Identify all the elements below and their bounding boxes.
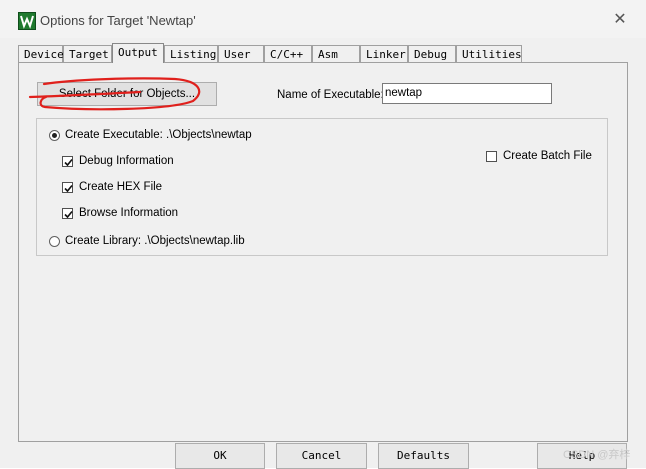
create-batch-file-label: Create Batch File [503, 150, 592, 162]
debug-information-checkbox[interactable] [62, 156, 73, 167]
name-of-executable-label: Name of Executable: [277, 89, 384, 101]
debug-information-label: Debug Information [79, 155, 174, 167]
window-title: Options for Target 'Newtap' [40, 13, 196, 28]
create-library-radio[interactable] [49, 236, 60, 247]
tab-listing[interactable]: Listing [164, 45, 218, 62]
create-batch-file-checkbox[interactable] [486, 151, 497, 162]
create-hex-file-label: Create HEX File [79, 181, 163, 193]
tab-target[interactable]: Target [63, 45, 112, 62]
tab-output[interactable]: Output [112, 43, 164, 63]
tab-linker[interactable]: Linker [360, 45, 408, 62]
create-library-label: Create Library: .\Objects\newtap.lib [65, 235, 245, 247]
tab-user[interactable]: User [218, 45, 264, 62]
title-bar: Options for Target 'Newtap' ✕ [0, 0, 646, 38]
name-of-executable-input[interactable]: newtap [382, 83, 552, 104]
tab-debug[interactable]: Debug [408, 45, 456, 62]
browse-information-checkbox[interactable] [62, 208, 73, 219]
tab-asm[interactable]: Asm [312, 45, 360, 62]
select-folder-button[interactable]: Select Folder for Objects... [37, 82, 217, 106]
keil-app-icon [18, 12, 36, 30]
tab-device[interactable]: Device [18, 45, 64, 62]
tab-utilities[interactable]: Utilities [456, 45, 522, 62]
csdn-watermark: CSDN @弃梓 [563, 449, 631, 461]
cancel-button[interactable]: Cancel [276, 443, 367, 469]
browse-information-label: Browse Information [79, 207, 179, 219]
create-executable-label: Create Executable: .\Objects\newtap [65, 129, 252, 141]
tab-c-cpp[interactable]: C/C++ [264, 45, 312, 62]
create-hex-file-checkbox[interactable] [62, 182, 73, 193]
ok-button[interactable]: OK [175, 443, 265, 469]
create-executable-radio[interactable] [49, 130, 60, 141]
close-icon[interactable]: ✕ [610, 10, 630, 30]
defaults-button[interactable]: Defaults [378, 443, 469, 469]
